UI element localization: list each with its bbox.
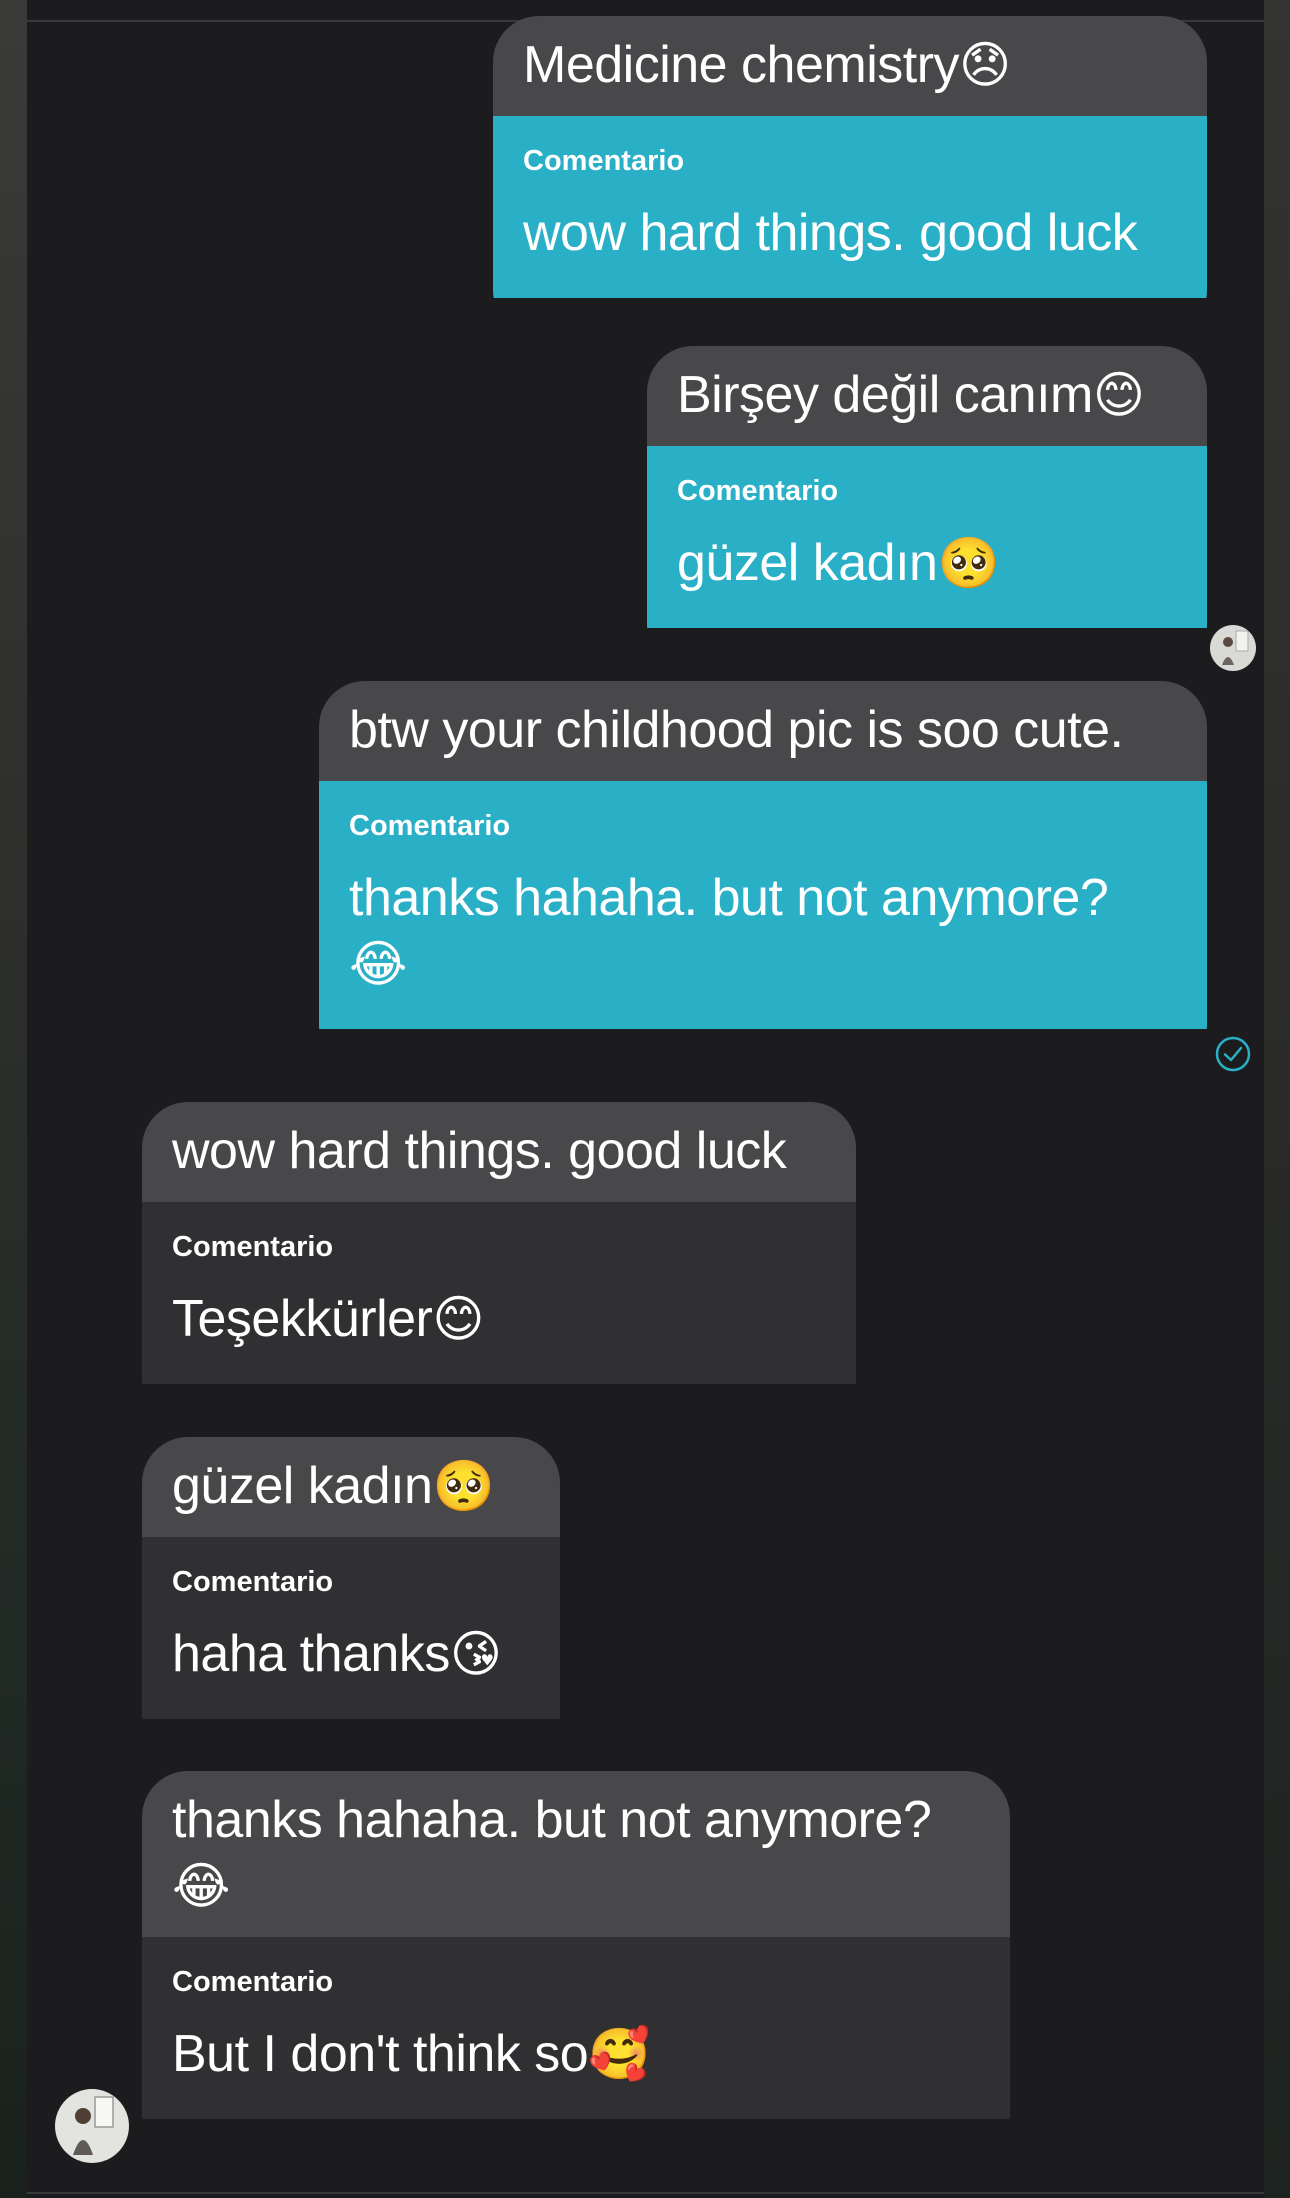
emoji: 🥺 xyxy=(432,1458,495,1514)
emoji: 🥺 xyxy=(937,535,1000,591)
backdrop-left-edge xyxy=(0,0,27,2198)
quoted-text: wow hard things. good luck xyxy=(172,1122,787,1180)
avatar-image xyxy=(1210,625,1256,671)
backdrop-right-edge xyxy=(1264,0,1290,2198)
quoted-message: Birşey değil canım😊 xyxy=(647,346,1207,446)
comment-label: Comentario xyxy=(172,1566,334,1598)
message-text: Teşekkürler😊 xyxy=(172,1286,826,1352)
emoji: 😊 xyxy=(1092,367,1145,423)
message-text-content: But I don't think so xyxy=(172,2025,589,2083)
emoji: 😊 xyxy=(432,1291,484,1347)
quoted-text: güzel kadın xyxy=(172,1457,433,1515)
reply-block: Comentario But I don't think so🥰 xyxy=(142,1937,1010,2119)
incoming-message-bubble[interactable]: wow hard things. good luck Comentario Te… xyxy=(142,1102,856,1426)
quoted-message: güzel kadın🥺 xyxy=(142,1437,560,1537)
quoted-message: thanks hahaha. but not anymore? 😂 xyxy=(142,1771,1010,1937)
avatar-image xyxy=(55,2089,129,2163)
message-text: thanks hahaha. but not anymore? 😂 xyxy=(349,865,1177,997)
emoji: 😂 xyxy=(349,936,407,992)
bottom-divider xyxy=(27,2192,1264,2194)
reply-block: Comentario wow hard things. good luck xyxy=(493,116,1207,298)
reply-block: Comentario güzel kadın🥺 xyxy=(647,446,1207,628)
comment-label: Comentario xyxy=(523,145,685,177)
outgoing-message-bubble[interactable]: btw your childhood pic is soo cute. Come… xyxy=(319,681,1207,1072)
message-text-content: wow hard things. good luck xyxy=(523,204,1138,262)
message-text: güzel kadın🥺 xyxy=(677,530,1177,596)
quoted-message: Medicine chemistry😞 xyxy=(493,16,1207,116)
message-text: wow hard things. good luck xyxy=(523,200,1177,266)
outgoing-message-bubble[interactable]: Birşey değil canım😊 Comentario güzel kad… xyxy=(647,346,1207,671)
emoji: 😘 xyxy=(449,1626,502,1682)
reply-block: Comentario Teşekkürler😊 xyxy=(142,1202,856,1384)
message-text-content: thanks hahaha. but not anymore? xyxy=(349,869,1109,927)
comment-label: Comentario xyxy=(677,475,839,507)
comment-label: Comentario xyxy=(172,1966,334,1998)
emoji: 😞 xyxy=(959,37,1011,93)
message-text: But I don't think so🥰 xyxy=(172,2021,980,2087)
message-text: haha thanks😘 xyxy=(172,1621,530,1687)
quoted-text: Birşey değil canım xyxy=(677,366,1093,424)
incoming-message-bubble[interactable]: güzel kadın🥺 Comentario haha thanks😘 xyxy=(142,1437,560,1761)
emoji: 🥰 xyxy=(588,2026,650,2082)
contact-avatar[interactable] xyxy=(55,2089,129,2163)
quoted-message: btw your childhood pic is soo cute. xyxy=(319,681,1207,781)
comment-label: Comentario xyxy=(172,1231,334,1263)
message-text-content: haha thanks xyxy=(172,1625,450,1683)
message-text-content: Teşekkürler xyxy=(172,1290,433,1348)
quoted-text: btw your childhood pic is soo cute. xyxy=(349,701,1124,759)
message-text-content: güzel kadın xyxy=(677,534,938,592)
emoji: 😂 xyxy=(172,1858,230,1914)
quoted-text: thanks hahaha. but not anymore? xyxy=(172,1791,932,1849)
check-circle-icon xyxy=(1214,1035,1252,1078)
outgoing-message-bubble[interactable]: Medicine chemistry😞 Comentario wow hard … xyxy=(493,16,1207,336)
own-avatar[interactable] xyxy=(1210,625,1256,671)
reply-block: Comentario haha thanks😘 xyxy=(142,1537,560,1719)
incoming-message-bubble[interactable]: thanks hahaha. but not anymore? 😂 Comenta… xyxy=(142,1771,1010,2162)
comment-label: Comentario xyxy=(349,810,511,842)
reply-block: Comentario thanks hahaha. but not anymor… xyxy=(319,781,1207,1029)
quoted-text: Medicine chemistry xyxy=(523,36,960,94)
quoted-message: wow hard things. good luck xyxy=(142,1102,856,1202)
